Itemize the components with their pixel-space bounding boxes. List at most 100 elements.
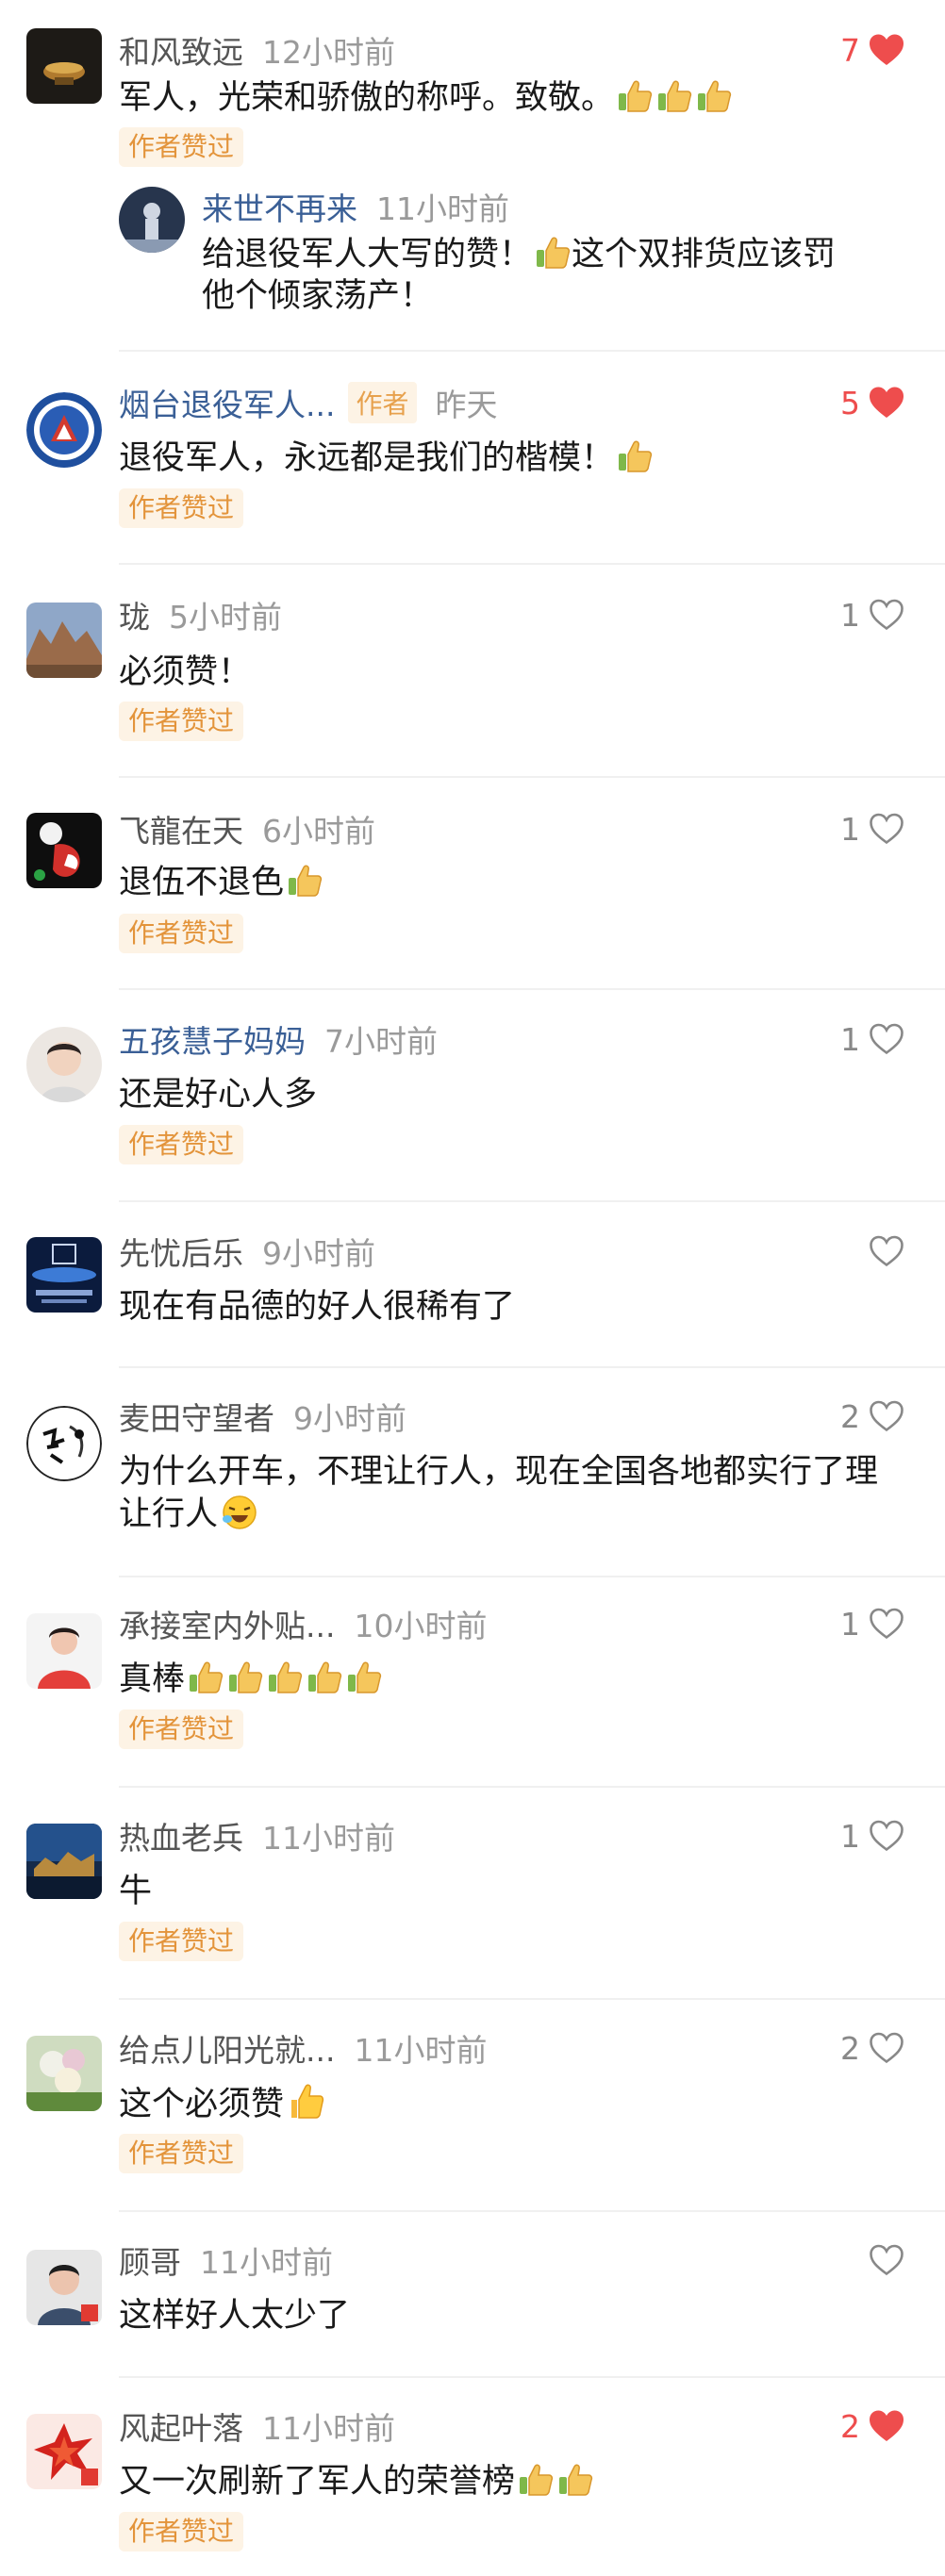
divider [119, 1998, 945, 2000]
heart-outline-icon[interactable] [868, 598, 905, 632]
comment-time: 9小时前 [262, 1235, 375, 1272]
avatar[interactable] [26, 603, 102, 678]
comment-text: 牛 [119, 1873, 153, 1910]
commenter-name[interactable]: 给点儿阳光就... [119, 2025, 335, 2071]
divider [119, 2210, 945, 2212]
avatar[interactable] [26, 1237, 102, 1313]
divider [119, 1786, 945, 1788]
commenter-name[interactable]: 烟台退役军人... [119, 380, 335, 425]
commenter-name[interactable]: 风起叶落 [119, 2403, 243, 2449]
like-button[interactable]: 7 [840, 26, 905, 74]
heart-outline-icon[interactable] [868, 812, 905, 846]
avatar[interactable] [26, 1824, 102, 1899]
commenter-name[interactable]: 五孩慧子妈妈 [119, 1016, 306, 1062]
reply-text-part: 给退役军人大写的赞！ [202, 236, 533, 273]
thumbs-up-emoji-icon [698, 80, 732, 112]
commenter-name[interactable]: 珑 [119, 592, 150, 637]
comment-time: 7小时前 [324, 1023, 438, 1060]
heart-outline-icon[interactable] [868, 1607, 905, 1641]
avatar[interactable] [26, 2250, 102, 2325]
comment-time: 6小时前 [262, 813, 375, 850]
like-button[interactable]: 2 [840, 1393, 905, 1440]
reply-text: 给退役军人大写的赞！ 这个双排货应该罚他个倾家荡产！ [202, 234, 862, 317]
thumbs-up-emoji-icon [308, 1661, 342, 1693]
like-count: 2 [840, 1397, 860, 1435]
avatar[interactable] [26, 1027, 102, 1102]
like-button[interactable]: 1 [840, 805, 905, 852]
comment-time: 11小时前 [200, 2244, 333, 2281]
heart-filled-icon[interactable] [868, 33, 905, 67]
thumbs-up-emoji-icon [190, 1661, 224, 1693]
comment-text: 必须赞！ [119, 653, 252, 691]
avatar[interactable] [26, 1613, 102, 1689]
avatar[interactable] [26, 1406, 102, 1481]
comment-text: 退役军人，永远都是我们的楷模！ [119, 439, 615, 477]
heart-outline-icon[interactable] [868, 1819, 905, 1853]
comment-text: 还是好心人多 [119, 1076, 318, 1114]
like-button[interactable] [860, 1228, 905, 1275]
commenter-name[interactable]: 承接室内外贴... [119, 1601, 335, 1646]
comment-text: 军人，光荣和骄傲的称呼。致敬。 [119, 79, 615, 117]
thumbs-up-emoji-icon [658, 80, 692, 112]
like-button[interactable]: 1 [840, 1600, 905, 1647]
comment-time: 10小时前 [354, 1608, 488, 1644]
avatar[interactable] [26, 28, 102, 104]
heart-outline-icon[interactable] [868, 2031, 905, 2065]
author-tag: 作者 [348, 382, 417, 423]
author-liked-badge: 作者赞过 [119, 1922, 244, 1961]
like-button[interactable]: 1 [840, 591, 905, 638]
avatar[interactable] [26, 392, 102, 468]
comment-text-row: 又一次刷新了军人的荣誉榜 [119, 2461, 902, 2502]
thumbs-up-emoji-icon [348, 1661, 382, 1693]
like-button[interactable]: 2 [840, 2024, 905, 2072]
comment-text: 真棒 [119, 1660, 186, 1698]
like-button[interactable] [860, 2237, 905, 2284]
heart-outline-icon[interactable] [868, 1399, 905, 1433]
commenter-name[interactable]: 先忧后乐 [119, 1229, 243, 1274]
comment-time: 11小时前 [262, 1820, 395, 1857]
reply-time: 11小时前 [376, 190, 509, 227]
commenter-name[interactable]: 热血老兵 [119, 1813, 243, 1858]
author-liked-badge: 作者赞过 [119, 2512, 244, 2551]
thumbs-up-emoji-icon [291, 2084, 324, 2119]
like-button[interactable]: 5 [840, 379, 905, 426]
avatar[interactable] [26, 2036, 102, 2111]
heart-outline-icon[interactable] [868, 1234, 905, 1268]
thumbs-up-emoji-icon [229, 1661, 263, 1693]
avatar[interactable] [26, 813, 102, 888]
commenter-name[interactable]: 麦田守望者 [119, 1394, 274, 1439]
heart-filled-icon[interactable] [868, 2409, 905, 2443]
thumbs-up-emoji-icon [619, 440, 653, 472]
reply-commenter-name[interactable]: 来世不再来 [202, 184, 357, 229]
heart-filled-icon[interactable] [868, 386, 905, 420]
like-count: 1 [840, 1817, 860, 1855]
comment-text-row: 这个必须赞 [119, 2083, 902, 2125]
divider [119, 1366, 945, 1368]
comment-time: 5小时前 [169, 599, 282, 636]
like-button[interactable]: 1 [840, 1812, 905, 1859]
heart-outline-icon[interactable] [868, 1022, 905, 1056]
divider [119, 988, 945, 990]
avatar[interactable] [26, 2414, 102, 2489]
author-liked-badge: 作者赞过 [119, 914, 244, 953]
thumbs-up-emoji-icon [559, 2464, 593, 2496]
author-liked-badge: 作者赞过 [119, 127, 244, 167]
heart-outline-icon[interactable] [868, 2243, 905, 2277]
commenter-name[interactable]: 和风致远 [119, 27, 243, 73]
like-button[interactable]: 1 [840, 1016, 905, 1063]
commenter-name[interactable]: 飞龍在天 [119, 806, 243, 851]
comment-text-row: 军人，光荣和骄傲的称呼。致敬。 [119, 77, 902, 119]
divider [119, 563, 945, 565]
thumbs-up-emoji-icon [289, 865, 323, 897]
like-count: 1 [840, 596, 860, 634]
like-button[interactable]: 2 [840, 2403, 905, 2450]
comment-text: 这样好人太少了 [119, 2297, 351, 2335]
reply-avatar[interactable] [119, 187, 185, 253]
thumbs-up-emoji-icon [269, 1661, 303, 1693]
author-liked-badge: 作者赞过 [119, 488, 244, 528]
comment-text-row: 为什么开车，不理让行人，现在全国各地都实行了理让行人 [119, 1451, 902, 1535]
thumbs-up-emoji-icon [537, 237, 571, 269]
comment-time: 昨天 [435, 387, 498, 423]
like-count: 2 [840, 2029, 860, 2067]
commenter-name[interactable]: 顾哥 [119, 2237, 181, 2283]
